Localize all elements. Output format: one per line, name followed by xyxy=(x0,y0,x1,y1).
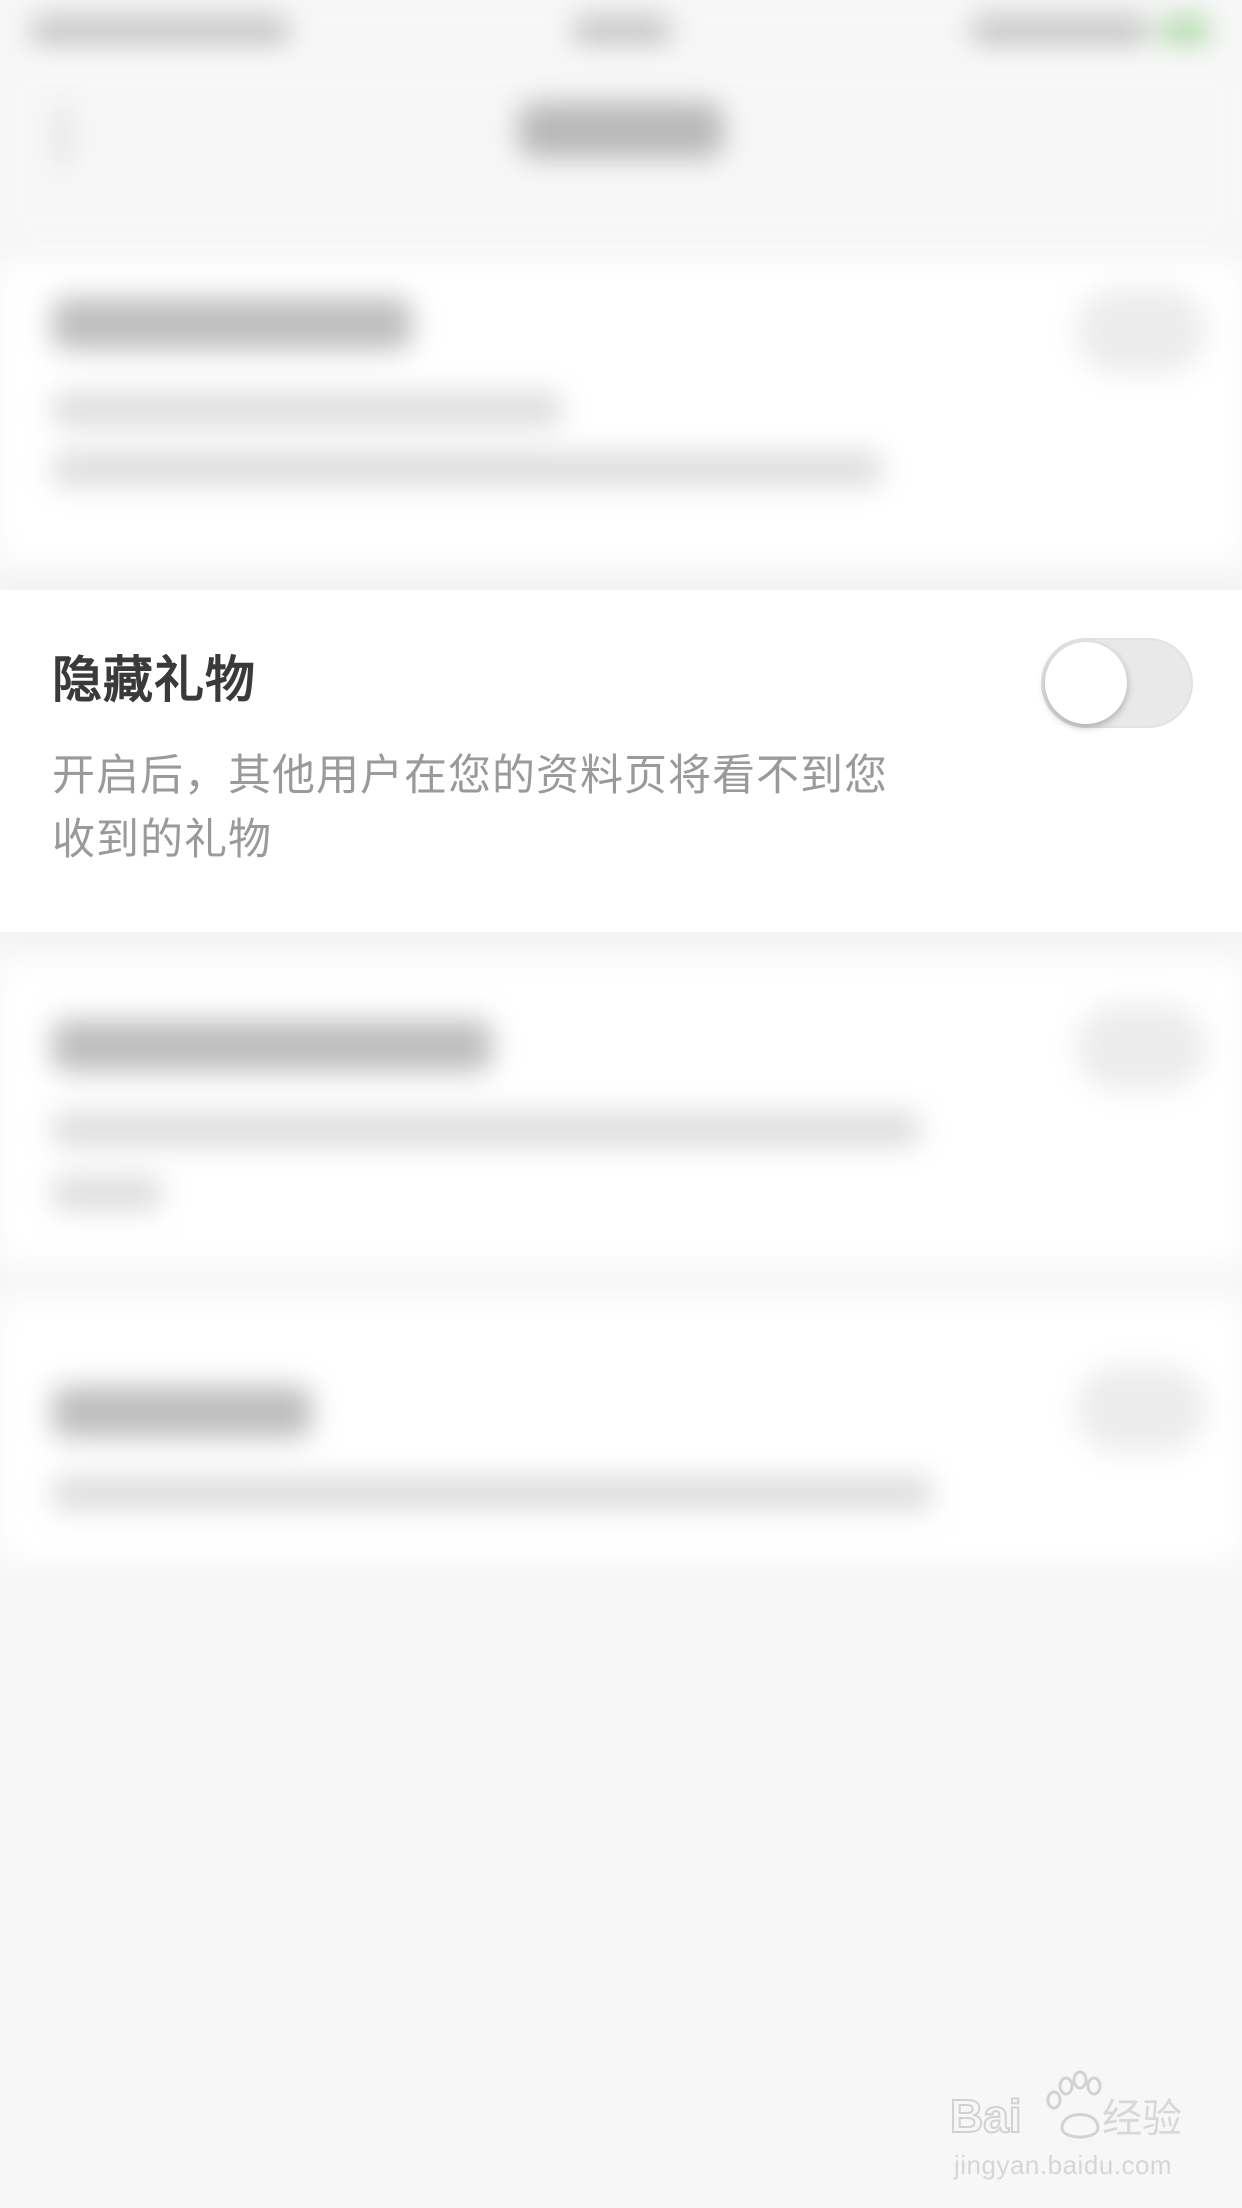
blurred-toggle[interactable] xyxy=(1076,288,1206,374)
system-indicators xyxy=(970,14,1150,48)
blurred-toggle[interactable] xyxy=(1076,1004,1206,1090)
blurred-description xyxy=(52,392,562,426)
hide-gifts-toggle[interactable] xyxy=(1041,638,1193,728)
setting-card-blurred-1 xyxy=(0,262,1242,562)
svg-text:经验: 经验 xyxy=(1102,2096,1182,2142)
carrier-indicator xyxy=(30,14,290,48)
hide-gifts-setting: 隐藏礼物 开启后，其他用户在您的资料页将看不到您 收到的礼物 xyxy=(0,590,1242,932)
back-arrow-icon[interactable] xyxy=(58,106,98,166)
time-indicator xyxy=(572,14,672,48)
navigation-bar xyxy=(0,62,1242,242)
blurred-description xyxy=(52,1176,162,1210)
setting-title: 隐藏礼物 xyxy=(52,651,256,709)
svg-text:Bai: Bai xyxy=(950,2090,1022,2142)
battery-icon xyxy=(1160,14,1210,48)
baidu-jingyan-logo: Bai 经验 xyxy=(950,2070,1182,2143)
blurred-toggle[interactable] xyxy=(1076,1366,1206,1452)
watermark-url: jingyan.baidu.com xyxy=(954,2150,1173,2180)
blurred-description xyxy=(52,1476,932,1510)
blurred-description xyxy=(52,452,882,486)
setting-card-blurred-3 xyxy=(0,1300,1242,1560)
blurred-description xyxy=(52,1112,920,1146)
status-bar xyxy=(0,0,1242,62)
watermark: Bai 经验 jingyan.baidu.com xyxy=(950,2070,1200,2190)
setting-card-blurred-2 xyxy=(0,962,1242,1262)
toggle-knob xyxy=(1045,642,1127,724)
description-line: 收到的礼物 xyxy=(52,815,272,865)
description-line: 开启后，其他用户在您的资料页将看不到您 xyxy=(52,751,888,801)
settings-screen: 隐藏礼物 开启后，其他用户在您的资料页将看不到您 收到的礼物 Bai 经验 ji… xyxy=(0,0,1242,2208)
blurred-title xyxy=(52,298,412,350)
nav-title xyxy=(518,102,724,158)
blurred-title xyxy=(52,1020,492,1072)
setting-description: 开启后，其他用户在您的资料页将看不到您 收到的礼物 xyxy=(52,744,952,872)
blurred-title xyxy=(52,1386,312,1438)
